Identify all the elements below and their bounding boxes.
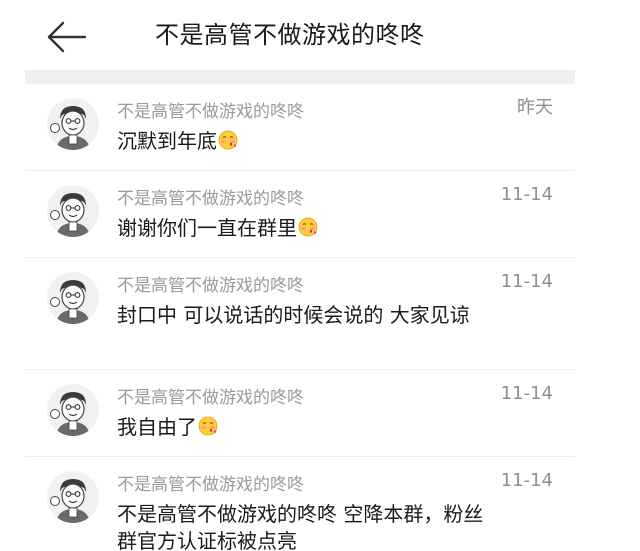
message-text: 我自由了 bbox=[117, 414, 497, 441]
message-body: 沉默到年底 bbox=[117, 129, 217, 153]
avatar[interactable] bbox=[47, 185, 99, 237]
back-button[interactable] bbox=[45, 17, 89, 57]
message-item[interactable]: 不是高管不做游戏的咚咚 11-14 封口中 可以说话的时候会说的 大家见谅 bbox=[25, 258, 575, 370]
timestamp: 11-14 bbox=[500, 383, 553, 404]
avatar[interactable] bbox=[47, 384, 99, 436]
sender-name: 不是高管不做游戏的咚咚 bbox=[117, 388, 304, 408]
message-text: 沉默到年底 bbox=[117, 128, 497, 155]
timestamp: 11-14 bbox=[500, 470, 553, 491]
sender-name: 不是高管不做游戏的咚咚 bbox=[117, 102, 304, 122]
blush-kiss-emoji-icon bbox=[198, 416, 218, 436]
message-body: 谢谢你们一直在群里 bbox=[117, 216, 297, 240]
message-item[interactable]: 不是高管不做游戏的咚咚 11-14 我自由了 bbox=[25, 370, 575, 457]
avatar[interactable] bbox=[47, 98, 99, 150]
message-body: 不是高管不做游戏的咚咚 空降本群，粉丝群官方认证标被点亮 bbox=[117, 502, 484, 551]
message-item[interactable]: 不是高管不做游戏的咚咚 11-14 谢谢你们一直在群里 bbox=[25, 171, 575, 258]
sender-name: 不是高管不做游戏的咚咚 bbox=[117, 276, 304, 296]
sender-name: 不是高管不做游戏的咚咚 bbox=[117, 189, 304, 209]
blush-kiss-emoji-icon bbox=[218, 130, 238, 150]
sender-name: 不是高管不做游戏的咚咚 bbox=[117, 475, 304, 495]
timestamp: 11-14 bbox=[500, 184, 553, 205]
arrow-left-icon bbox=[45, 17, 89, 57]
avatar[interactable] bbox=[47, 471, 99, 523]
message-item[interactable]: 不是高管不做游戏的咚咚 昨天 沉默到年底 bbox=[25, 84, 575, 171]
header-divider bbox=[25, 70, 575, 84]
page-title: 不是高管不做游戏的咚咚 bbox=[155, 21, 425, 49]
avatar[interactable] bbox=[47, 272, 99, 324]
message-item[interactable]: 不是高管不做游戏的咚咚 11-14 不是高管不做游戏的咚咚 空降本群，粉丝群官方… bbox=[25, 457, 575, 551]
top-bar: 不是高管不做游戏的咚咚 bbox=[25, 0, 575, 70]
blush-kiss-emoji-icon bbox=[298, 217, 318, 237]
timestamp: 昨天 bbox=[517, 97, 553, 118]
message-body: 我自由了 bbox=[117, 415, 197, 439]
message-text: 不是高管不做游戏的咚咚 空降本群，粉丝群官方认证标被点亮 bbox=[117, 501, 497, 551]
chat-screen: 不是高管不做游戏的咚咚 不是高管不做游戏的咚咚 昨天 沉默到年底 不是高管不做游… bbox=[25, 0, 575, 551]
message-body: 封口中 可以说话的时候会说的 大家见谅 bbox=[117, 303, 470, 327]
timestamp: 11-14 bbox=[500, 271, 553, 292]
message-list: 不是高管不做游戏的咚咚 昨天 沉默到年底 不是高管不做游戏的咚咚 11-14 谢… bbox=[25, 84, 575, 551]
message-text: 谢谢你们一直在群里 bbox=[117, 215, 497, 242]
message-text: 封口中 可以说话的时候会说的 大家见谅 bbox=[117, 302, 497, 329]
